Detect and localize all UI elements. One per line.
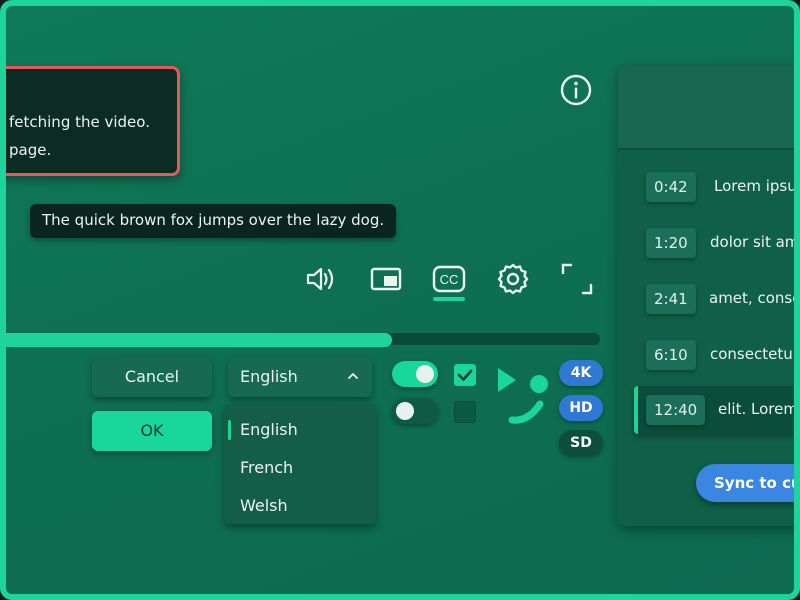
cue-text: dolor sit amet <box>710 233 800 251</box>
checkmark-icon <box>457 369 473 381</box>
divider <box>618 148 794 150</box>
cue-timestamp: 1:20 <box>646 228 696 258</box>
ok-button[interactable]: OK <box>92 411 212 451</box>
cancel-button[interactable]: Cancel <box>92 357 212 397</box>
cue-timestamp: 12:40 <box>646 395 706 425</box>
checkbox-unchecked[interactable] <box>454 401 476 423</box>
cue-timestamp: 0:42 <box>646 172 696 202</box>
chevron-up-icon <box>348 373 358 379</box>
toggle-knob <box>416 365 434 383</box>
transcript-cue-active[interactable]: 12:40 elit. Lorem <box>634 386 798 434</box>
toggle-switch-on[interactable] <box>392 361 438 387</box>
subtitle-caption: The quick brown fox jumps over the lazy … <box>30 204 397 238</box>
info-icon[interactable] <box>559 73 593 107</box>
settings-gear-icon[interactable] <box>495 261 531 297</box>
language-option-english[interactable]: English <box>240 420 298 439</box>
toggle-knob <box>396 402 414 420</box>
transcript-panel-header <box>618 66 794 148</box>
cue-text: consectetur <box>710 345 799 363</box>
error-line-1: fetching the video. <box>9 113 150 131</box>
language-option-welsh[interactable]: Welsh <box>240 496 288 515</box>
volume-icon[interactable] <box>303 261 339 297</box>
cue-timestamp: 2:41 <box>646 284 696 314</box>
error-message-box: fetching the video. page. <box>6 66 180 176</box>
toggle-switch-off[interactable] <box>392 398 438 424</box>
error-line-2: page. <box>9 141 52 159</box>
picture-in-picture-icon[interactable] <box>368 261 404 297</box>
cue-timestamp: 6:10 <box>646 340 696 370</box>
cue-text: amet, consectetur <box>709 289 800 307</box>
quality-badge-hd[interactable]: HD <box>559 395 603 421</box>
cc-label: CC <box>440 272 459 287</box>
cue-text: elit. Lorem <box>718 400 798 418</box>
progress-fill[interactable] <box>6 333 392 347</box>
checkbox-checked[interactable] <box>454 364 476 386</box>
transcript-panel: 0:42 Lorem ipsum 1:20 dolor sit amet 2:4… <box>618 66 800 526</box>
captions-active-indicator <box>433 297 465 301</box>
language-options-list: English French Welsh <box>224 404 376 524</box>
language-dropdown[interactable]: English <box>228 357 372 397</box>
play-logo-icon[interactable] <box>494 364 550 428</box>
active-cue-indicator <box>634 386 638 434</box>
fullscreen-icon[interactable] <box>559 261 595 297</box>
sync-to-current-button[interactable]: Sync to current <box>696 464 794 502</box>
language-option-french[interactable]: French <box>240 458 293 477</box>
quality-badge-4k[interactable]: 4K <box>559 360 603 386</box>
app-frame: fetching the video. page. The quick brow… <box>0 0 800 600</box>
closed-captions-icon[interactable]: CC <box>431 261 467 297</box>
language-selected: English <box>240 367 298 386</box>
quality-badge-sd[interactable]: SD <box>559 430 603 456</box>
selected-option-marker <box>228 420 231 440</box>
cue-text: Lorem ipsum <box>714 177 797 195</box>
